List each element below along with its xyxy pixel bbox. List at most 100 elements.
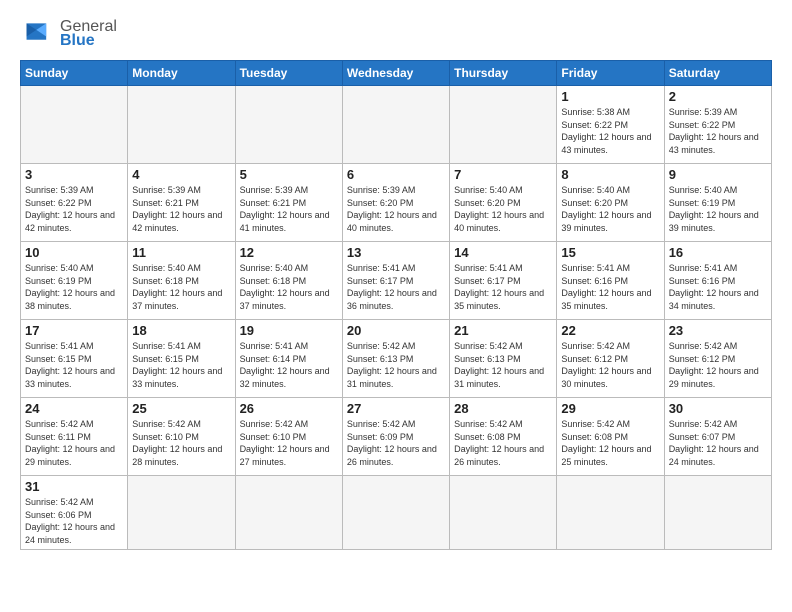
- day-number: 27: [347, 401, 445, 416]
- day-info: Sunrise: 5:42 AM Sunset: 6:12 PM Dayligh…: [561, 340, 659, 390]
- day-cell: 27Sunrise: 5:42 AM Sunset: 6:09 PM Dayli…: [342, 398, 449, 476]
- day-number: 19: [240, 323, 338, 338]
- week-row-4: 24Sunrise: 5:42 AM Sunset: 6:11 PM Dayli…: [21, 398, 772, 476]
- day-cell: 12 Sunrise: 5:40 AM Sunset: 6:18 PM Dayli…: [235, 242, 342, 320]
- day-info: Sunrise: 5:42 AM Sunset: 6:11 PM Dayligh…: [25, 418, 123, 468]
- header-row: SundayMondayTuesdayWednesdayThursdayFrid…: [21, 61, 772, 86]
- day-info: Sunrise: 5:42 AM Sunset: 6:10 PM Dayligh…: [132, 418, 230, 468]
- day-cell: 2 Sunrise: 5:39 AM Sunset: 6:22 PM Daylig…: [664, 86, 771, 164]
- day-number: 17: [25, 323, 123, 338]
- day-number: 11: [132, 245, 230, 260]
- day-info: Sunrise: 5:41 AM Sunset: 6:16 PM Dayligh…: [669, 262, 767, 312]
- day-info: Sunrise: 5:40 AM Sunset: 6:18 PM Dayligh…: [240, 262, 338, 312]
- day-info: Sunrise: 5:41 AM Sunset: 6:17 PM Dayligh…: [454, 262, 552, 312]
- day-number: 9: [669, 167, 767, 182]
- logo: General Blue: [20, 18, 117, 50]
- day-cell: [128, 86, 235, 164]
- day-cell: 1 Sunrise: 5:38 AM Sunset: 6:22 PM Daylig…: [557, 86, 664, 164]
- calendar-table: SundayMondayTuesdayWednesdayThursdayFrid…: [20, 60, 772, 550]
- day-number: 6: [347, 167, 445, 182]
- logo-text: General Blue: [60, 18, 117, 50]
- day-cell: 26 Sunrise: 5:42 AM Sunset: 6:10 PM Dayli…: [235, 398, 342, 476]
- day-number: 12: [240, 245, 338, 260]
- page: General Blue SundayMondayTuesdayWednesda…: [0, 0, 792, 560]
- day-cell: 19 Sunrise: 5:41 AM Sunset: 6:14 PM Dayli…: [235, 320, 342, 398]
- day-cell: 25Sunrise: 5:42 AM Sunset: 6:10 PM Dayli…: [128, 398, 235, 476]
- day-cell: 13Sunrise: 5:41 AM Sunset: 6:17 PM Dayli…: [342, 242, 449, 320]
- day-info: Sunrise: 5:39 AM Sunset: 6:22 PM Dayligh…: [25, 184, 123, 234]
- day-number: 20: [347, 323, 445, 338]
- weekday-header-thursday: Thursday: [450, 61, 557, 86]
- week-row-2: 10 Sunrise: 5:40 AM Sunset: 6:19 PM Dayli…: [21, 242, 772, 320]
- day-cell: [342, 476, 449, 550]
- day-number: 5: [240, 167, 338, 182]
- day-number: 29: [561, 401, 659, 416]
- day-info: Sunrise: 5:41 AM Sunset: 6:16 PM Dayligh…: [561, 262, 659, 312]
- day-number: 3: [25, 167, 123, 182]
- day-cell: 10 Sunrise: 5:40 AM Sunset: 6:19 PM Dayli…: [21, 242, 128, 320]
- day-cell: [450, 86, 557, 164]
- day-cell: 17 Sunrise: 5:41 AM Sunset: 6:15 PM Dayli…: [21, 320, 128, 398]
- day-cell: 15Sunrise: 5:41 AM Sunset: 6:16 PM Dayli…: [557, 242, 664, 320]
- day-cell: 29 Sunrise: 5:42 AM Sunset: 6:08 PM Dayli…: [557, 398, 664, 476]
- day-info: Sunrise: 5:40 AM Sunset: 6:19 PM Dayligh…: [25, 262, 123, 312]
- day-number: 8: [561, 167, 659, 182]
- day-cell: [557, 476, 664, 550]
- weekday-header-tuesday: Tuesday: [235, 61, 342, 86]
- day-cell: 9 Sunrise: 5:40 AM Sunset: 6:19 PM Daylig…: [664, 164, 771, 242]
- day-cell: 21 Sunrise: 5:42 AM Sunset: 6:13 PM Dayli…: [450, 320, 557, 398]
- day-info: Sunrise: 5:39 AM Sunset: 6:22 PM Dayligh…: [669, 106, 767, 156]
- day-cell: [21, 86, 128, 164]
- day-info: Sunrise: 5:42 AM Sunset: 6:13 PM Dayligh…: [454, 340, 552, 390]
- day-info: Sunrise: 5:41 AM Sunset: 6:15 PM Dayligh…: [132, 340, 230, 390]
- day-number: 2: [669, 89, 767, 104]
- day-number: 1: [561, 89, 659, 104]
- day-info: Sunrise: 5:42 AM Sunset: 6:13 PM Dayligh…: [347, 340, 445, 390]
- day-number: 10: [25, 245, 123, 260]
- day-cell: 24Sunrise: 5:42 AM Sunset: 6:11 PM Dayli…: [21, 398, 128, 476]
- day-info: Sunrise: 5:41 AM Sunset: 6:14 PM Dayligh…: [240, 340, 338, 390]
- day-cell: [128, 476, 235, 550]
- day-number: 26: [240, 401, 338, 416]
- day-cell: [450, 476, 557, 550]
- day-cell: 16Sunrise: 5:41 AM Sunset: 6:16 PM Dayli…: [664, 242, 771, 320]
- day-info: Sunrise: 5:40 AM Sunset: 6:18 PM Dayligh…: [132, 262, 230, 312]
- day-number: 28: [454, 401, 552, 416]
- day-cell: [235, 86, 342, 164]
- day-info: Sunrise: 5:38 AM Sunset: 6:22 PM Dayligh…: [561, 106, 659, 156]
- logo-icon: [20, 20, 56, 48]
- day-cell: 5Sunrise: 5:39 AM Sunset: 6:21 PM Daylig…: [235, 164, 342, 242]
- day-number: 4: [132, 167, 230, 182]
- day-cell: 8Sunrise: 5:40 AM Sunset: 6:20 PM Daylig…: [557, 164, 664, 242]
- day-number: 14: [454, 245, 552, 260]
- day-info: Sunrise: 5:42 AM Sunset: 6:08 PM Dayligh…: [454, 418, 552, 468]
- day-cell: 20 Sunrise: 5:42 AM Sunset: 6:13 PM Dayli…: [342, 320, 449, 398]
- day-number: 31: [25, 479, 123, 494]
- day-cell: 22Sunrise: 5:42 AM Sunset: 6:12 PM Dayli…: [557, 320, 664, 398]
- day-info: Sunrise: 5:42 AM Sunset: 6:07 PM Dayligh…: [669, 418, 767, 468]
- weekday-header-sunday: Sunday: [21, 61, 128, 86]
- day-cell: 28 Sunrise: 5:42 AM Sunset: 6:08 PM Dayli…: [450, 398, 557, 476]
- day-info: Sunrise: 5:41 AM Sunset: 6:15 PM Dayligh…: [25, 340, 123, 390]
- day-cell: 3 Sunrise: 5:39 AM Sunset: 6:22 PM Daylig…: [21, 164, 128, 242]
- day-info: Sunrise: 5:40 AM Sunset: 6:19 PM Dayligh…: [669, 184, 767, 234]
- day-cell: 18Sunrise: 5:41 AM Sunset: 6:15 PM Dayli…: [128, 320, 235, 398]
- week-row-1: 3 Sunrise: 5:39 AM Sunset: 6:22 PM Daylig…: [21, 164, 772, 242]
- weekday-header-monday: Monday: [128, 61, 235, 86]
- day-info: Sunrise: 5:42 AM Sunset: 6:12 PM Dayligh…: [669, 340, 767, 390]
- day-info: Sunrise: 5:42 AM Sunset: 6:10 PM Dayligh…: [240, 418, 338, 468]
- day-cell: 14 Sunrise: 5:41 AM Sunset: 6:17 PM Dayli…: [450, 242, 557, 320]
- day-number: 30: [669, 401, 767, 416]
- day-number: 23: [669, 323, 767, 338]
- week-row-5: 31 Sunrise: 5:42 AM Sunset: 6:06 PM Dayli…: [21, 476, 772, 550]
- day-number: 21: [454, 323, 552, 338]
- day-cell: 31 Sunrise: 5:42 AM Sunset: 6:06 PM Dayli…: [21, 476, 128, 550]
- day-cell: 6Sunrise: 5:39 AM Sunset: 6:20 PM Daylig…: [342, 164, 449, 242]
- day-info: Sunrise: 5:42 AM Sunset: 6:08 PM Dayligh…: [561, 418, 659, 468]
- day-cell: 30 Sunrise: 5:42 AM Sunset: 6:07 PM Dayli…: [664, 398, 771, 476]
- day-cell: 23 Sunrise: 5:42 AM Sunset: 6:12 PM Dayli…: [664, 320, 771, 398]
- day-info: Sunrise: 5:42 AM Sunset: 6:06 PM Dayligh…: [25, 496, 123, 546]
- header: General Blue: [20, 18, 772, 50]
- weekday-header-wednesday: Wednesday: [342, 61, 449, 86]
- day-cell: 11 Sunrise: 5:40 AM Sunset: 6:18 PM Dayli…: [128, 242, 235, 320]
